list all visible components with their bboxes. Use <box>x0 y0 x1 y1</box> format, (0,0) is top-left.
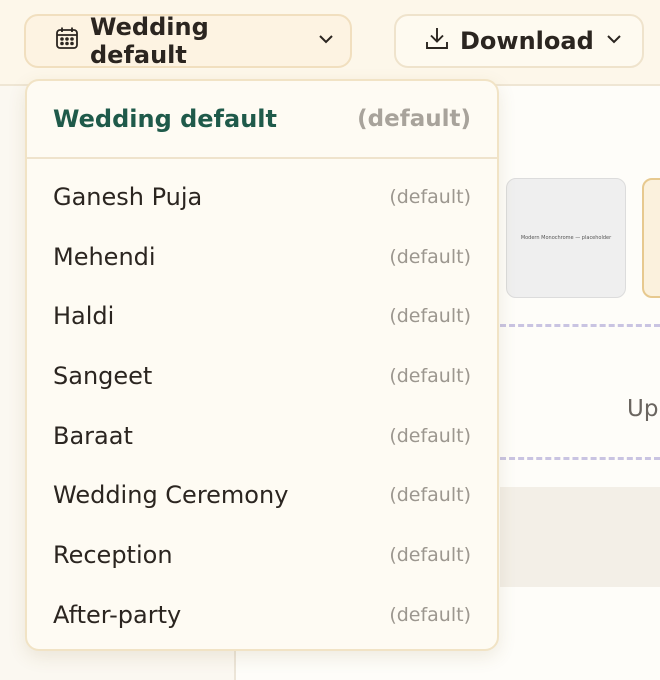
current-event-name: Wedding default <box>53 105 277 133</box>
dropdown-item-tag: (default) <box>389 305 471 328</box>
current-event-tag: (default) <box>357 106 471 132</box>
dropdown-item-label: After-party <box>53 600 182 629</box>
upload-zone-border-top <box>500 324 660 327</box>
event-selector-button[interactable]: Wedding default <box>24 13 352 69</box>
upload-zone-border-bottom <box>500 457 660 460</box>
dropdown-item-reception[interactable]: Reception (default) <box>27 525 497 585</box>
dropdown-item-sangeet[interactable]: Sangeet (default) <box>27 346 497 406</box>
template-thumbnail-selected[interactable] <box>642 178 660 298</box>
dropdown-item-list: Ganesh Puja (default) Mehendi (default) … <box>27 159 497 645</box>
event-selector-label: Wedding default <box>90 13 209 69</box>
calendar-icon <box>54 25 80 57</box>
dropdown-item-tag: (default) <box>389 424 471 447</box>
dropdown-item-tag: (default) <box>389 603 471 626</box>
dropdown-item-ganesh-puja[interactable]: Ganesh Puja (default) <box>27 167 497 227</box>
download-icon <box>424 25 450 57</box>
dropdown-item-wedding-ceremony[interactable]: Wedding Ceremony (default) <box>27 465 497 525</box>
download-button[interactable]: Download <box>394 14 644 68</box>
dropdown-item-label: Haldi <box>53 302 115 331</box>
content-band <box>500 487 660 587</box>
event-dropdown-menu: Wedding default (default) Ganesh Puja (d… <box>25 79 499 651</box>
dropdown-item-tag: (default) <box>389 245 471 268</box>
dropdown-item-label: Baraat <box>53 421 133 450</box>
dropdown-item-haldi[interactable]: Haldi (default) <box>27 286 497 346</box>
dropdown-item-tag: (default) <box>389 185 471 208</box>
thumbnail-caption: Modern Monochrome — placeholder <box>520 235 612 241</box>
dropdown-item-label: Ganesh Puja <box>53 182 203 211</box>
template-thumbnail[interactable]: Modern Monochrome — placeholder <box>506 178 626 298</box>
dropdown-item-after-party[interactable]: After-party (default) <box>27 585 497 645</box>
dropdown-item-label: Wedding Ceremony <box>53 481 289 510</box>
dropdown-item-tag: (default) <box>389 484 471 507</box>
dropdown-item-label: Sangeet <box>53 361 153 390</box>
dropdown-item-tag: (default) <box>389 364 471 387</box>
chevron-down-icon <box>604 27 624 55</box>
dropdown-item-label: Reception <box>53 540 173 569</box>
app-window: Modern Monochrome — placeholder Up Weddi… <box>0 0 660 680</box>
upload-text[interactable]: Up <box>627 396 658 422</box>
dropdown-item-label: Mehendi <box>53 242 156 271</box>
dropdown-item-mehendi[interactable]: Mehendi (default) <box>27 227 497 287</box>
chevron-down-icon <box>316 27 336 55</box>
download-label: Download <box>460 27 594 55</box>
dropdown-item-baraat[interactable]: Baraat (default) <box>27 406 497 466</box>
dropdown-item-tag: (default) <box>389 543 471 566</box>
dropdown-current-item[interactable]: Wedding default (default) <box>27 81 497 159</box>
